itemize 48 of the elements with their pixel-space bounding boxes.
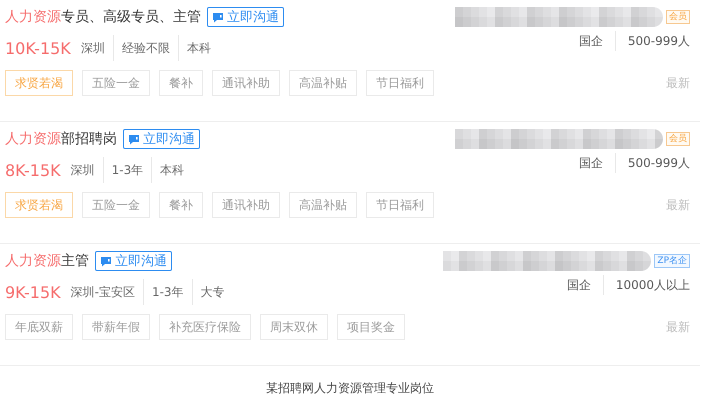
salary: 8K-15K bbox=[5, 160, 61, 180]
benefit-tag: 节日福利 bbox=[366, 192, 434, 218]
post-time: 最新 bbox=[666, 74, 690, 92]
job-info: 本科 bbox=[151, 157, 192, 183]
job-info: 深圳-宝安区 bbox=[70, 284, 136, 301]
benefit-tag: 补充医疗保险 bbox=[159, 314, 251, 340]
job-title[interactable]: 人力资源主管 bbox=[5, 252, 89, 270]
job-info: 深圳 bbox=[80, 40, 106, 57]
chat-icon bbox=[100, 256, 112, 266]
company-badge: 会员 bbox=[666, 132, 690, 146]
company-info: 国企 bbox=[578, 33, 604, 50]
benefit-tag: 周末双休 bbox=[260, 314, 328, 340]
benefit-tag: 五险一金 bbox=[82, 192, 150, 218]
job-info: 经验不限 bbox=[112, 35, 178, 61]
benefit-tag: 五险一金 bbox=[82, 70, 150, 96]
benefit-tag: 年底双薪 bbox=[5, 314, 73, 340]
post-time: 最新 bbox=[666, 196, 690, 214]
company-info: 国企 bbox=[578, 155, 604, 172]
company-info: 10000人以上 bbox=[602, 275, 690, 295]
job-title[interactable]: 人力资源部招聘岗 bbox=[5, 130, 117, 148]
benefit-tag: 求贤若渴 bbox=[5, 192, 73, 218]
benefit-tag: 节日福利 bbox=[366, 70, 434, 96]
company-info: 500-999人 bbox=[614, 153, 690, 173]
benefit-tag: 项目奖金 bbox=[337, 314, 405, 340]
company-info: 国企 bbox=[566, 277, 592, 294]
chat-icon bbox=[128, 134, 140, 144]
benefit-tag: 通讯补助 bbox=[212, 192, 280, 218]
company-info: 500-999人 bbox=[614, 31, 690, 51]
chat-icon bbox=[212, 12, 224, 22]
benefit-tag: 餐补 bbox=[159, 192, 203, 218]
company-badge: 会员 bbox=[666, 10, 690, 24]
job-info: 1-3年 bbox=[102, 157, 152, 183]
job-title[interactable]: 人力资源专员、高级专员、主管 bbox=[5, 8, 201, 26]
salary: 9K-15K bbox=[5, 282, 61, 302]
benefit-tag: 高温补贴 bbox=[289, 192, 357, 218]
company-badge: ZP名企 bbox=[654, 254, 690, 268]
benefit-tag: 带薪年假 bbox=[82, 314, 150, 340]
job-info: 本科 bbox=[178, 35, 219, 61]
benefit-tag: 求贤若渴 bbox=[5, 70, 73, 96]
job-info: 深圳 bbox=[70, 162, 96, 179]
post-time: 最新 bbox=[666, 318, 690, 336]
caption: 某招聘网人力资源管理专业岗位 bbox=[266, 381, 434, 395]
benefit-tag: 高温补贴 bbox=[289, 70, 357, 96]
job-info: 大专 bbox=[192, 279, 233, 305]
benefit-tag: 通讯补助 bbox=[212, 70, 280, 96]
salary: 10K-15K bbox=[5, 38, 71, 58]
job-info: 1-3年 bbox=[142, 279, 192, 305]
benefit-tag: 餐补 bbox=[159, 70, 203, 96]
